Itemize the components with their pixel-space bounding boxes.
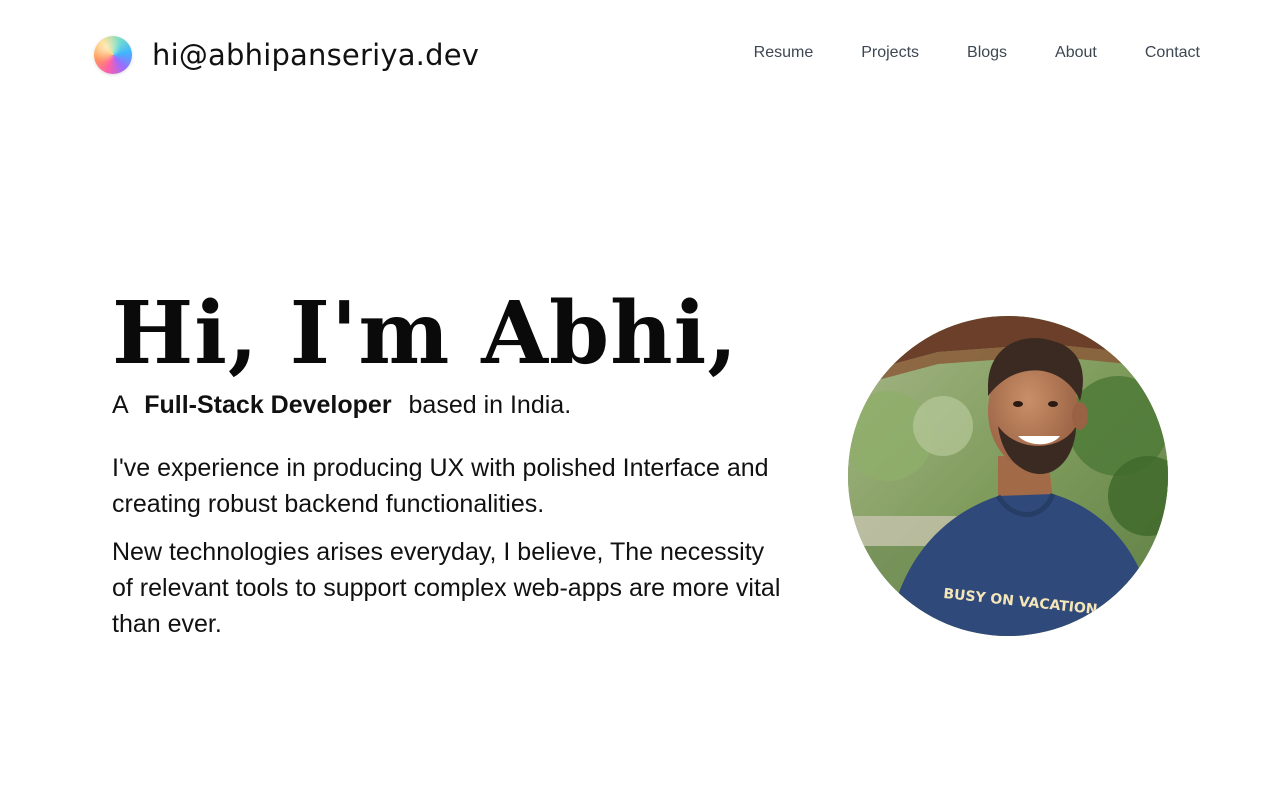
hero-tagline: A Full-Stack Developer based in India.: [112, 390, 792, 420]
nav-link-projects[interactable]: Projects: [861, 44, 919, 62]
hero-heading: Hi, I'm Abhi,: [112, 283, 739, 384]
nav-link-about[interactable]: About: [1055, 44, 1097, 62]
hero-section: Hi, I'm Abhi, A Full-Stack Developer bas…: [112, 282, 792, 642]
site-header: hi@abhipanseriya.dev Resume Projects Blo…: [0, 0, 1280, 110]
tagline-role: Full-Stack Developer: [144, 391, 392, 419]
profile-photo-illustration: BUSY ON VACATION: [848, 316, 1168, 636]
main-nav: Resume Projects Blogs About Contact: [754, 44, 1200, 62]
gradient-orb-logo-icon: [94, 36, 132, 74]
intro-paragraph-2: New technologies arises everyday, I beli…: [112, 538, 781, 638]
profile-photo: BUSY ON VACATION: [848, 316, 1168, 636]
tagline-prefix: A: [112, 391, 128, 419]
intro-paragraph-1: I've experience in producing UX with pol…: [112, 454, 769, 518]
brand-home-link[interactable]: hi@abhipanseriya.dev: [94, 36, 479, 74]
tagline-suffix: based in India.: [408, 391, 572, 419]
nav-link-blogs[interactable]: Blogs: [967, 44, 1007, 62]
nav-link-contact[interactable]: Contact: [1145, 44, 1200, 62]
portfolio-page: hi@abhipanseriya.dev Resume Projects Blo…: [0, 0, 1280, 800]
nav-link-resume[interactable]: Resume: [754, 44, 814, 62]
brand-email: hi@abhipanseriya.dev: [152, 37, 480, 72]
